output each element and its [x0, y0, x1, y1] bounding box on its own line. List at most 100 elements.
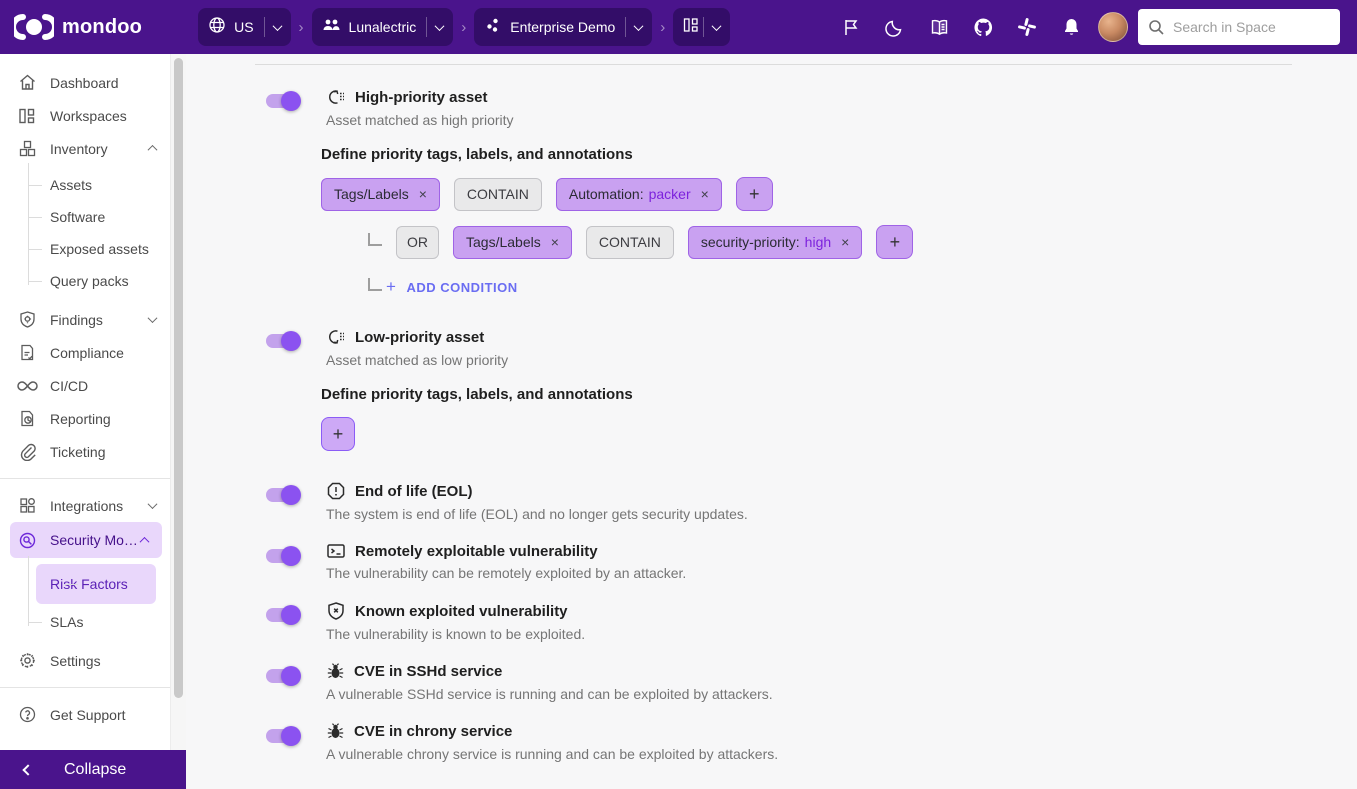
field-chip[interactable]: Tags/Labels ×: [453, 226, 572, 259]
space-selector[interactable]: Enterprise Demo: [474, 8, 652, 46]
low-priority-toggle[interactable]: [266, 331, 300, 351]
eol-toggle[interactable]: [266, 485, 300, 505]
sidebar-item-label: Software: [50, 209, 105, 225]
chevron-down-icon[interactable]: [148, 499, 158, 509]
risk-row-low-priority: Low-priority asset Asset matched as low …: [255, 327, 1292, 461]
github-button[interactable]: [966, 10, 1000, 44]
sidebar-item-risk-factors[interactable]: Risk Factors: [36, 564, 156, 604]
add-condition-button[interactable]: + ADD CONDITION: [386, 277, 518, 297]
chevron-down-icon[interactable]: [272, 21, 282, 31]
add-condition-plus-button[interactable]: +: [321, 417, 355, 451]
bug-icon: [326, 662, 345, 681]
sidebar-item-security-monitoring[interactable]: Security Mo…: [10, 522, 162, 558]
condition-row-3: + ADD CONDITION: [321, 277, 913, 297]
sidebar-item-integrations[interactable]: Integrations: [0, 489, 170, 522]
add-value-button[interactable]: +: [876, 225, 913, 259]
sidebar-item-label: SLAs: [50, 614, 83, 630]
condition-builder: Define priority tags, labels, and annota…: [321, 386, 633, 451]
risk-description: Asset matched as low priority: [326, 352, 633, 368]
workspace-grid-icon: [683, 17, 699, 38]
mondoo-logo[interactable]: mondoo: [14, 14, 142, 40]
sidebar-item-label: Compliance: [50, 345, 124, 361]
sidebar-item-ticketing[interactable]: Ticketing: [0, 435, 170, 468]
chevron-down-icon[interactable]: [435, 21, 445, 31]
sidebar-item-inventory[interactable]: Inventory: [0, 132, 170, 165]
top-navbar: mondoo US › Lunalectric: [0, 0, 1357, 54]
sidebar-item-exposed-assets[interactable]: Exposed assets: [0, 233, 170, 265]
pill-divider: [625, 17, 626, 37]
sidebar-item-workspaces[interactable]: Workspaces: [0, 99, 170, 132]
search-input[interactable]: [1173, 19, 1330, 35]
sidebar-item-assets[interactable]: Assets: [0, 169, 170, 201]
sidebar-item-cicd[interactable]: CI/CD: [0, 369, 170, 402]
slack-button[interactable]: [1010, 10, 1044, 44]
eol-alert-icon: [326, 481, 346, 501]
sidebar-item-label: Ticketing: [50, 444, 106, 460]
sidebar-item-label: Risk Factors: [50, 576, 128, 592]
sidebar-divider: [0, 687, 170, 688]
terminal-icon: [326, 542, 346, 560]
remove-chip-icon[interactable]: ×: [841, 234, 849, 250]
chevron-left-icon: [22, 764, 33, 775]
operator-chip[interactable]: CONTAIN: [454, 178, 542, 211]
sidebar-item-query-packs[interactable]: Query packs: [0, 265, 170, 297]
docs-button[interactable]: [922, 10, 956, 44]
feature-flag-button[interactable]: [834, 10, 868, 44]
sidebar: Dashboard Workspaces Inventory Assets So…: [0, 54, 170, 789]
region-selector[interactable]: US: [198, 8, 290, 46]
sidebar-item-compliance[interactable]: Compliance: [0, 336, 170, 369]
sidebar-scrollbar[interactable]: [170, 54, 186, 789]
value-chip[interactable]: security-priority: high ×: [688, 226, 862, 259]
condition-row-2: OR Tags/Labels × CONTAIN security-priori…: [321, 225, 913, 259]
risk-title: Known exploited vulnerability: [355, 603, 568, 620]
remove-chip-icon[interactable]: ×: [701, 186, 709, 202]
chevron-up-icon[interactable]: [148, 145, 158, 155]
bug-icon: [326, 722, 345, 741]
mondoo-logo-icon: [14, 14, 54, 40]
sidebar-item-slas[interactable]: SLAs: [0, 606, 170, 638]
value-chip[interactable]: Automation: packer ×: [556, 178, 722, 211]
dark-mode-button[interactable]: [878, 10, 912, 44]
field-chip[interactable]: Tags/Labels ×: [321, 178, 440, 211]
sidebar-item-software[interactable]: Software: [0, 201, 170, 233]
sidebar-item-findings[interactable]: Findings: [0, 303, 170, 336]
condition-heading: Define priority tags, labels, and annota…: [321, 146, 913, 163]
cve-sshd-toggle[interactable]: [266, 666, 300, 686]
sidebar-item-label: CI/CD: [50, 378, 88, 394]
document-check-icon: [16, 343, 38, 362]
risk-row-cve-chrony: CVE in chrony service A vulnerable chron…: [255, 722, 1292, 762]
operator-chip[interactable]: CONTAIN: [586, 226, 674, 259]
sidebar-collapse-button[interactable]: Collapse: [0, 750, 186, 789]
known-exploited-toggle[interactable]: [266, 605, 300, 625]
notifications-bell-button[interactable]: [1054, 10, 1088, 44]
remote-exploitable-toggle[interactable]: [266, 546, 300, 566]
sidebar-divider: [0, 478, 170, 479]
workspaces-icon: [16, 107, 38, 125]
sidebar-item-settings[interactable]: Settings: [0, 644, 170, 677]
remove-chip-icon[interactable]: ×: [419, 186, 427, 202]
tree-connector: [368, 278, 382, 291]
risk-description: A vulnerable chrony service is running a…: [326, 746, 778, 762]
add-value-button[interactable]: +: [736, 177, 773, 211]
user-avatar[interactable]: [1098, 12, 1128, 42]
sidebar-item-dashboard[interactable]: Dashboard: [0, 66, 170, 99]
remove-chip-icon[interactable]: ×: [551, 234, 559, 250]
workspace-mini-selector[interactable]: [673, 8, 730, 46]
or-chip[interactable]: OR: [396, 226, 439, 259]
chevron-down-icon[interactable]: [148, 313, 158, 323]
breadcrumb-separator: ›: [299, 19, 304, 36]
chevron-down-icon[interactable]: [634, 21, 644, 31]
chevron-up-icon[interactable]: [140, 536, 150, 546]
org-selector[interactable]: Lunalectric: [312, 8, 454, 46]
sidebar-item-reporting[interactable]: Reporting: [0, 402, 170, 435]
high-priority-toggle[interactable]: [266, 91, 300, 111]
risk-row-known-exploited: Known exploited vulnerability The vulner…: [255, 601, 1292, 642]
tree-connector: [368, 233, 382, 246]
scrollbar-thumb[interactable]: [174, 58, 183, 698]
cve-chrony-toggle[interactable]: [266, 726, 300, 746]
condition-row-1: Tags/Labels × CONTAIN Automation: packer…: [321, 177, 913, 211]
condition-heading: Define priority tags, labels, and annota…: [321, 386, 633, 403]
infinity-icon: [16, 380, 38, 392]
sidebar-item-get-support[interactable]: Get Support: [0, 698, 170, 731]
chevron-down-icon[interactable]: [712, 21, 722, 31]
